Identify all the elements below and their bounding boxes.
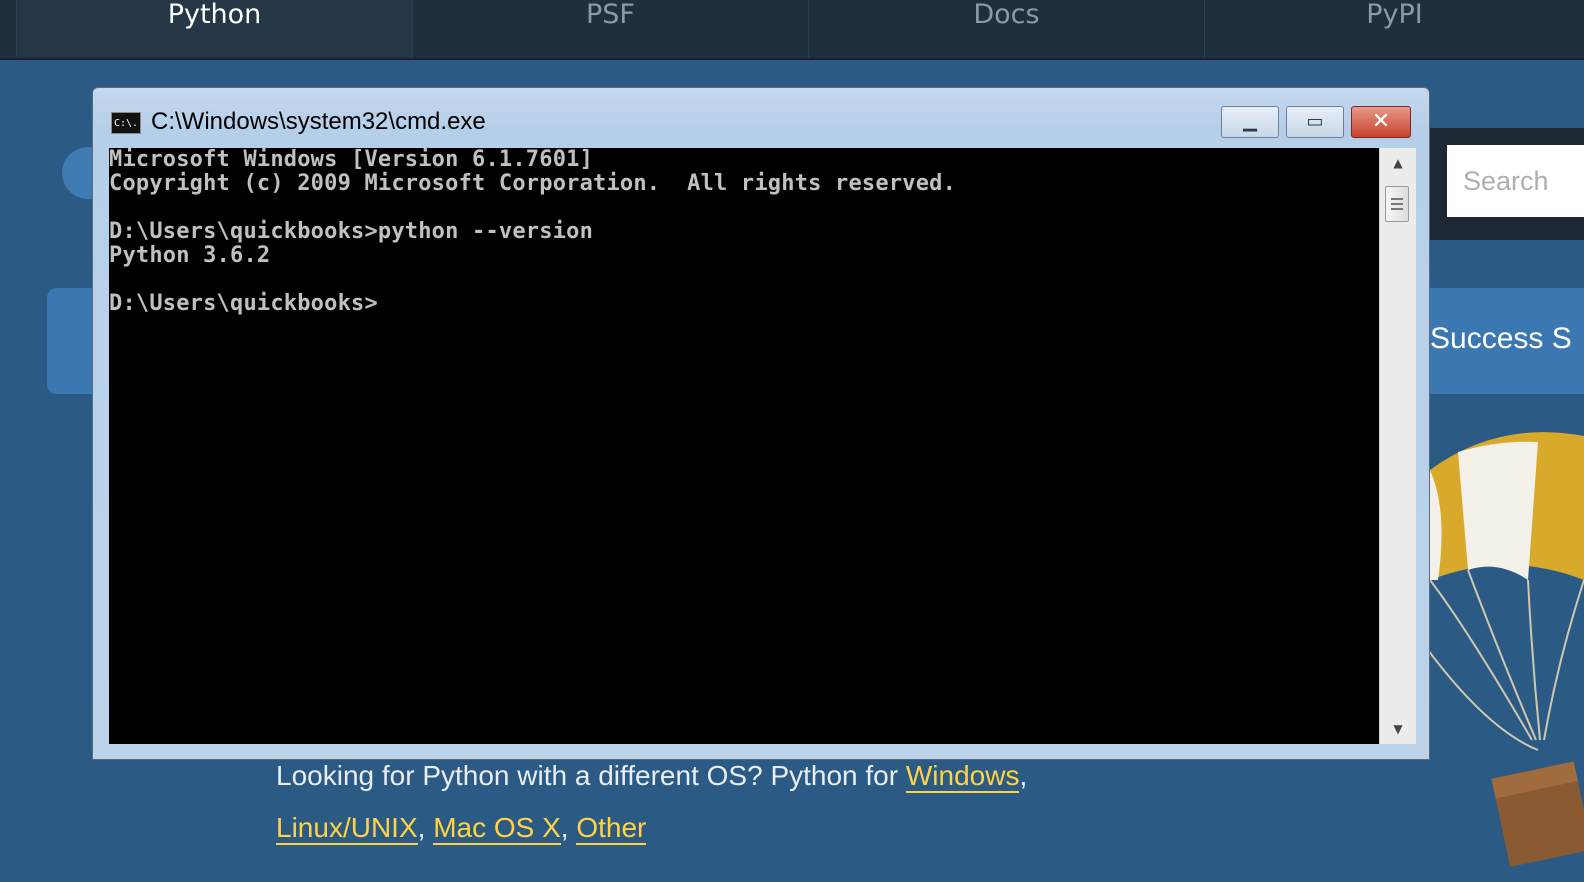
maximize-button[interactable]: ▭ <box>1286 106 1344 138</box>
console-line: Python 3.6.2 <box>109 243 271 268</box>
nav-tab-psf[interactable]: PSF <box>412 0 808 58</box>
console-line: D:\Users\quickbooks>python --version <box>109 219 594 244</box>
nav-tab-label: Docs <box>973 0 1040 30</box>
minimize-button[interactable]: ▁ <box>1221 106 1279 138</box>
console-prompt-line: D:\Users\quickbooks> <box>109 291 378 316</box>
close-icon: ✕ <box>1371 109 1391 134</box>
minimize-icon: ▁ <box>1243 111 1257 132</box>
other-os-line-2: Linux/UNIX, Mac OS X, Other <box>276 812 647 845</box>
close-button[interactable]: ✕ <box>1351 106 1411 138</box>
console-output[interactable]: Microsoft Windows [Version 6.1.7601] Cop… <box>109 148 1379 744</box>
vertical-scrollbar[interactable]: ▲ ▼ <box>1379 148 1416 744</box>
search-input[interactable]: Search <box>1447 145 1584 217</box>
nav-tab-pypi[interactable]: PyPI <box>1204 0 1584 58</box>
other-os-prefix: Looking for Python with a different OS? … <box>276 760 906 791</box>
cmd-window[interactable]: C:\. C:\Windows\system32\cmd.exe ▁ ▭ ✕ M… <box>92 87 1430 760</box>
nav-tab-label: PSF <box>586 0 635 30</box>
mac-os-x-link[interactable]: Mac OS X <box>433 812 561 845</box>
nav-tab-docs[interactable]: Docs <box>808 0 1204 58</box>
console-line: Microsoft Windows [Version 6.1.7601] <box>109 148 594 172</box>
nav-tab-label: Python <box>167 0 262 30</box>
nav-tab-python[interactable]: Python <box>16 0 412 58</box>
cmd-app-icon[interactable]: C:\. <box>111 112 141 134</box>
scroll-down-icon[interactable]: ▼ <box>1380 714 1416 744</box>
grip-line <box>1391 208 1403 210</box>
scroll-up-icon[interactable]: ▲ <box>1380 148 1416 178</box>
linux-unix-link[interactable]: Linux/UNIX <box>276 812 418 845</box>
top-navigation: Python PSF Docs PyPI <box>0 0 1584 60</box>
grip-line <box>1391 203 1403 205</box>
other-os-line-1: Looking for Python with a different OS? … <box>276 760 1028 793</box>
comma: , <box>417 812 426 843</box>
comma: , <box>560 812 569 843</box>
parachute-illustration <box>1428 432 1584 867</box>
other-os-link[interactable]: Other <box>576 812 647 845</box>
cmd-titlebar[interactable]: C:\. C:\Windows\system32\cmd.exe ▁ ▭ ✕ <box>93 88 1429 146</box>
grip-line <box>1391 198 1403 200</box>
maximize-icon: ▭ <box>1306 111 1324 132</box>
nav-tab-label: PyPI <box>1366 0 1423 30</box>
success-stories-label: Success S <box>1430 322 1572 355</box>
comma: , <box>1019 760 1028 791</box>
windows-link[interactable]: Windows <box>905 760 1020 793</box>
console-line: Copyright (c) 2009 Microsoft Corporation… <box>109 171 957 196</box>
scroll-thumb[interactable] <box>1385 186 1409 222</box>
window-title: C:\Windows\system32\cmd.exe <box>151 108 486 135</box>
